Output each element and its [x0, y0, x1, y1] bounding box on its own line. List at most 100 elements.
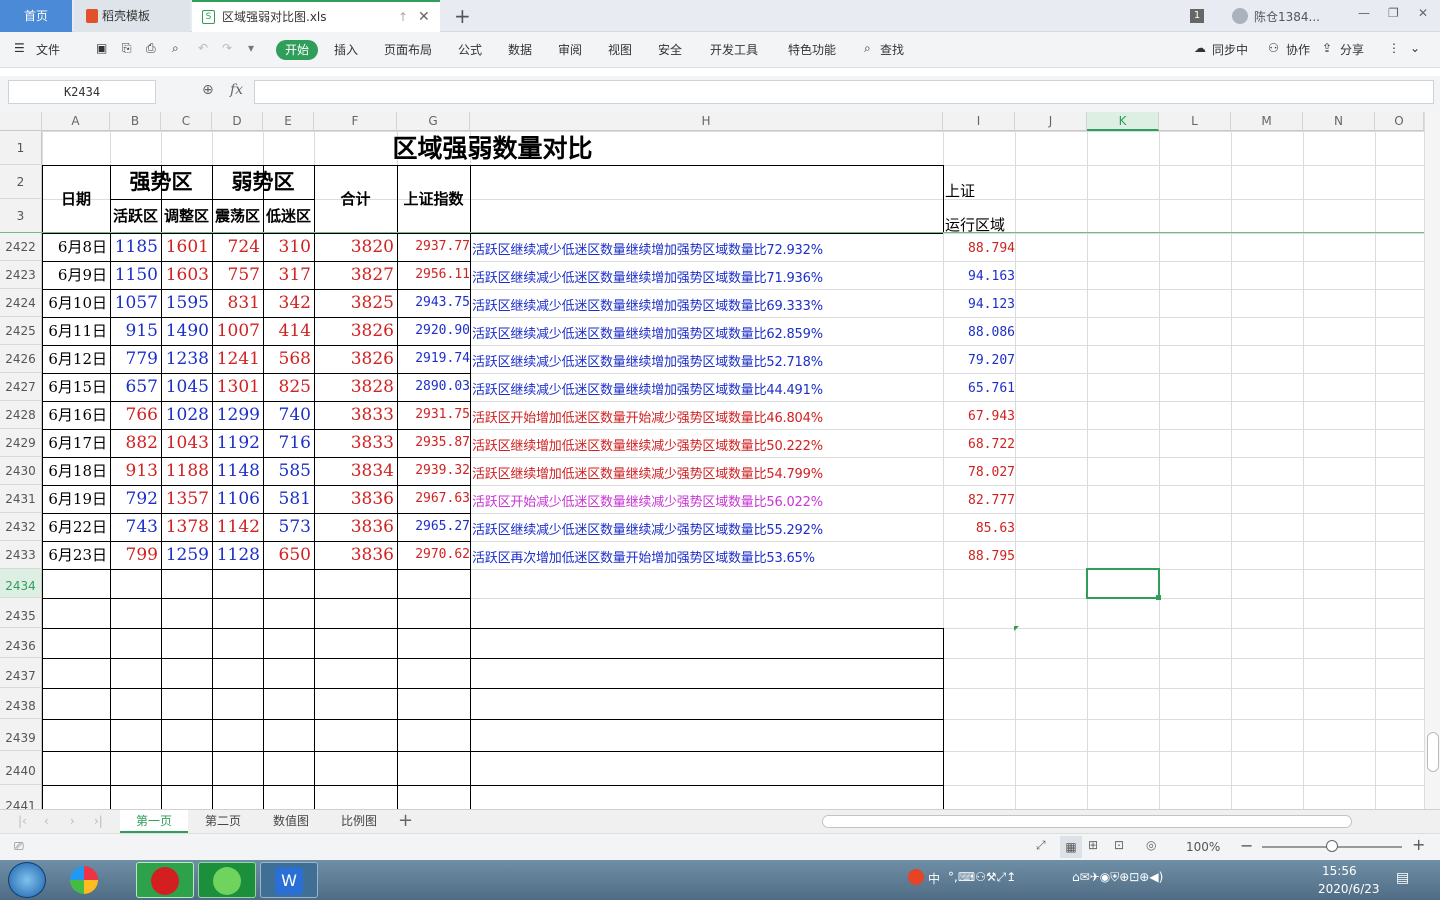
cell-region[interactable]: 65.761: [943, 373, 1015, 401]
user-name[interactable]: 陈仓1384...: [1254, 8, 1320, 25]
cell-index[interactable]: 2937.77: [397, 233, 470, 261]
cell-active[interactable]: 799: [110, 541, 158, 569]
cell-date[interactable]: 6月8日: [42, 233, 107, 261]
cell-analysis[interactable]: 活跃区继续减少低迷区数量继续增加强势区域数量比62.859%: [472, 319, 823, 347]
action-center-icon[interactable]: ▤: [1396, 870, 1409, 886]
prev-sheet-icon[interactable]: ‹: [44, 814, 49, 828]
zoom-out-icon[interactable]: −: [1240, 836, 1253, 855]
cell-shock[interactable]: 1241: [212, 345, 260, 373]
zoom-slider-handle[interactable]: [1326, 840, 1338, 852]
save-icon[interactable]: ▣: [96, 41, 107, 55]
cell-total[interactable]: 3826: [314, 317, 394, 345]
column-header-K[interactable]: K: [1087, 112, 1159, 131]
menu-view[interactable]: 视图: [608, 41, 632, 58]
cell-total[interactable]: 3825: [314, 289, 394, 317]
column-header-D[interactable]: D: [212, 112, 263, 131]
start-button[interactable]: [8, 862, 46, 898]
sheet-title[interactable]: 区域强弱数量对比: [42, 131, 943, 165]
page-layout-icon[interactable]: ⊡: [1114, 838, 1124, 852]
row-header[interactable]: 1: [0, 131, 42, 165]
row-header[interactable]: 2439: [0, 719, 42, 751]
cell-adjust[interactable]: 1259: [161, 541, 209, 569]
cell-adjust[interactable]: 1603: [161, 261, 209, 289]
cell-region[interactable]: 88.795: [943, 541, 1015, 569]
column-header-G[interactable]: G: [397, 112, 470, 131]
tab-spreadsheet[interactable]: S 区域强弱对比图.xls ↑ ✕: [192, 0, 440, 32]
menu-security[interactable]: 安全: [658, 41, 682, 58]
cell-active[interactable]: 915: [110, 317, 158, 345]
menu-file[interactable]: 文件: [36, 41, 60, 58]
row-header[interactable]: 2430: [0, 457, 42, 485]
cell-total[interactable]: 3827: [314, 261, 394, 289]
cell-adjust[interactable]: 1043: [161, 429, 209, 457]
cell-adjust[interactable]: 1601: [161, 233, 209, 261]
cell-analysis[interactable]: 活跃区继续增加低迷区数量继续减少强势区域数量比54.799%: [472, 459, 823, 487]
header-date[interactable]: 日期: [42, 165, 110, 233]
cell-region[interactable]: 94.123: [943, 289, 1015, 317]
cell-low[interactable]: 342: [263, 289, 311, 317]
row-header[interactable]: 2: [0, 165, 42, 199]
row-header[interactable]: 2423: [0, 261, 42, 289]
column-header-M[interactable]: M: [1231, 112, 1303, 131]
cell-date[interactable]: 6月12日: [42, 345, 107, 373]
taskbar-app-1[interactable]: [56, 862, 114, 898]
cell-date[interactable]: 6月16日: [42, 401, 107, 429]
header-strong-zone[interactable]: 强势区: [110, 165, 212, 199]
cell-low[interactable]: 317: [263, 261, 311, 289]
cell-index[interactable]: 2920.90: [397, 317, 470, 345]
column-header-C[interactable]: C: [161, 112, 212, 131]
more-icon[interactable]: ▾: [248, 41, 254, 55]
cell-adjust[interactable]: 1238: [161, 345, 209, 373]
menu-data[interactable]: 数据: [508, 41, 532, 58]
cell-analysis[interactable]: 活跃区继续减少低迷区数量继续增加强势区域数量比72.932%: [472, 235, 823, 263]
row-header[interactable]: 2440: [0, 751, 42, 785]
row-header[interactable]: 2428: [0, 401, 42, 429]
row-header[interactable]: 2431: [0, 485, 42, 513]
taskbar-app-browser[interactable]: [198, 862, 256, 898]
cell-date[interactable]: 6月17日: [42, 429, 107, 457]
menu-formula[interactable]: 公式: [458, 41, 482, 58]
cell-shock[interactable]: 1192: [212, 429, 260, 457]
cell-index[interactable]: 2970.62: [397, 541, 470, 569]
cell-active[interactable]: 779: [110, 345, 158, 373]
cell-active[interactable]: 766: [110, 401, 158, 429]
cell-active[interactable]: 792: [110, 485, 158, 513]
cell-date[interactable]: 6月15日: [42, 373, 107, 401]
hamburger-icon[interactable]: ☰: [14, 41, 25, 55]
menu-share[interactable]: 分享: [1340, 41, 1364, 58]
header-total[interactable]: 合计: [314, 165, 397, 233]
header-weak-zone[interactable]: 弱势区: [212, 165, 314, 199]
minimize-icon[interactable]: —: [1358, 6, 1370, 20]
sheet-tab-3[interactable]: 数值图: [258, 810, 324, 833]
spreadsheet-grid[interactable]: A B C D E F G H I J K L M N O 1 2 3 2422 2423 2424 2425 2426 24…: [0, 112, 1424, 809]
close-tab-icon[interactable]: ✕: [418, 2, 430, 32]
window-count-badge[interactable]: 1: [1190, 9, 1204, 23]
menu-devtools[interactable]: 开发工具: [710, 41, 758, 58]
cell-analysis[interactable]: 活跃区再次增加低迷区数量开始增加强势区域数量比53.65%: [472, 543, 815, 571]
cell-index[interactable]: 2890.03: [397, 373, 470, 401]
tab-home[interactable]: 首页: [0, 0, 72, 32]
row-header[interactable]: 3: [0, 199, 42, 233]
collab-icon[interactable]: ⚇: [1268, 41, 1279, 55]
taskbar-app-wps-writer[interactable]: W: [260, 862, 318, 898]
tray-icons[interactable]: °,⌨⚇⚒⤢↥: [948, 870, 1016, 885]
row-header[interactable]: 2437: [0, 658, 42, 688]
cell-total[interactable]: 3836: [314, 513, 394, 541]
cell-region[interactable]: 88.086: [943, 317, 1015, 345]
row-header[interactable]: 2433: [0, 541, 42, 569]
cell-shock[interactable]: 1299: [212, 401, 260, 429]
cell-date[interactable]: 6月22日: [42, 513, 107, 541]
column-header-H[interactable]: H: [470, 112, 943, 131]
macro-icon[interactable]: ⎚: [14, 839, 24, 854]
cell-total[interactable]: 3836: [314, 485, 394, 513]
sheet-tab-1[interactable]: 第一页: [120, 810, 188, 833]
cell-date[interactable]: 6月11日: [42, 317, 107, 345]
sheet-tab-2[interactable]: 第二页: [190, 810, 256, 833]
cell-active[interactable]: 1057: [110, 289, 158, 317]
cell-total[interactable]: 3834: [314, 457, 394, 485]
column-header-E[interactable]: E: [263, 112, 314, 131]
cell-shock[interactable]: 1007: [212, 317, 260, 345]
row-header[interactable]: 2441: [0, 785, 42, 809]
cell-analysis[interactable]: 活跃区继续减少低迷区数量继续增加强势区域数量比71.936%: [472, 263, 823, 291]
last-sheet-icon[interactable]: ›|: [94, 814, 103, 828]
